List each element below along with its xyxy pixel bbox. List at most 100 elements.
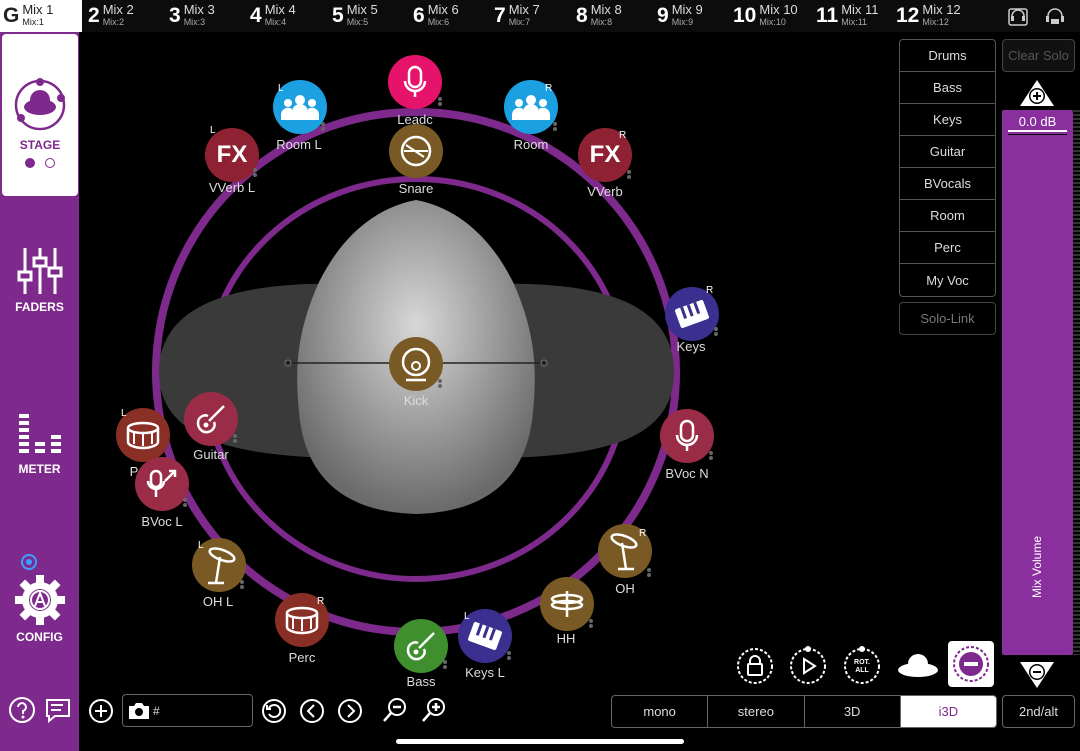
channel-leadc[interactable] — [388, 55, 442, 109]
side-tag-left: L — [464, 611, 470, 622]
microphone-icon — [146, 469, 177, 497]
group-item-keys[interactable]: Keys — [900, 104, 995, 136]
mix-tab-label: Mix 2 — [102, 2, 134, 17]
mix-tab-6[interactable]: 6 Mix 6 Mix:6 — [413, 0, 459, 32]
channel-hh[interactable] — [540, 577, 594, 631]
mix-tab-8[interactable]: 8 Mix 8 Mix:8 — [576, 0, 622, 32]
mix-tab-4[interactable]: 4 Mix 4 Mix:4 — [250, 0, 296, 32]
zoom-in-icon[interactable] — [420, 696, 448, 724]
width-handle-right[interactable] — [540, 359, 548, 367]
group-item-perc[interactable]: Perc — [900, 232, 995, 264]
group-item-room[interactable]: Room — [900, 200, 995, 232]
channel-bass[interactable] — [394, 619, 448, 673]
group-item-bass[interactable]: Bass — [900, 72, 995, 104]
channel-bvoc-n[interactable] — [660, 409, 714, 463]
channel-label: BVoc N — [665, 466, 709, 481]
snapshot-name-input[interactable]: # — [122, 694, 253, 727]
channel-label: BVoc L — [141, 514, 183, 529]
mode-3d[interactable]: 3D — [805, 696, 901, 727]
channel-menu-dots[interactable] — [507, 651, 511, 660]
channel-menu-dots[interactable] — [321, 122, 325, 131]
volume-down-button[interactable] — [1018, 660, 1056, 690]
mix-tab-sub: Mix:5 — [346, 17, 369, 27]
triangle-up-plus-icon — [1020, 80, 1054, 106]
channel-menu-dots[interactable] — [553, 122, 557, 131]
channel-menu-dots[interactable] — [443, 660, 447, 669]
mix-tab-number: 5 — [332, 4, 344, 27]
channel-bvoc-l[interactable] — [135, 457, 189, 511]
channel-menu-dots[interactable] — [253, 168, 257, 177]
mode-mono[interactable]: mono — [612, 696, 709, 727]
group-item-my-voc[interactable]: My Voc — [900, 264, 995, 296]
rotate-play-icon[interactable] — [788, 646, 828, 686]
mix-tab-2[interactable]: 2 Mix 2 Mix:2 — [88, 0, 134, 32]
channel-guitar[interactable] — [184, 392, 238, 446]
volume-up-button[interactable] — [1018, 78, 1056, 108]
mix-tab-sub: Mix:3 — [183, 17, 206, 27]
talkback-icon[interactable] — [1042, 4, 1068, 28]
mix-tab-12[interactable]: 12 Mix 12 Mix:12 — [896, 0, 961, 32]
message-icon[interactable] — [45, 698, 73, 724]
channel-vverb-l[interactable]: FX — [205, 128, 259, 182]
next-icon[interactable] — [337, 698, 363, 724]
hihat-icon — [550, 591, 584, 617]
mix-tab-number: 10 — [733, 4, 757, 27]
mix-tab-3[interactable]: 3 Mix 3 Mix:3 — [169, 0, 215, 32]
rotate-all-button[interactable]: ROT. ALL — [842, 646, 882, 686]
drum-icon — [126, 421, 160, 450]
mix-tab-label: Mix 12 — [922, 2, 961, 17]
config-button[interactable]: CONFIG — [0, 574, 79, 644]
mix-tab-sub: Mix:11 — [841, 17, 868, 27]
channel-menu-dots[interactable] — [240, 580, 244, 589]
mix-tab-10[interactable]: 10 Mix 10 Mix:10 — [733, 0, 798, 32]
meter-button[interactable]: METER — [0, 412, 79, 476]
gear-icon — [14, 575, 65, 625]
snare-drum-icon — [400, 135, 432, 167]
head-view-icon[interactable] — [896, 650, 940, 684]
mix-tab-number: 7 — [494, 4, 506, 27]
channel-label: Keys L — [465, 665, 505, 680]
mix-volume-fader[interactable]: 0.0 dB Mix Volume — [1002, 110, 1073, 655]
mix-tab-7[interactable]: 7 Mix 7 Mix:7 — [494, 0, 540, 32]
group-item-drums[interactable]: Drums — [900, 40, 995, 72]
channel-menu-dots[interactable] — [627, 170, 631, 179]
channel-snare[interactable] — [389, 124, 443, 178]
channel-menu-dots[interactable] — [709, 451, 713, 460]
channel-kick[interactable] — [389, 337, 443, 391]
group-item-guitar[interactable]: Guitar — [900, 136, 995, 168]
clear-solo-button[interactable]: Clear Solo — [1002, 39, 1075, 72]
mix-tab-1[interactable]: G Mix 1 Mix:1 — [0, 0, 82, 32]
stage-button[interactable]: STAGE — [2, 34, 78, 196]
previous-icon[interactable] — [299, 698, 325, 724]
mix-tab-label: Mix 11 — [841, 2, 879, 17]
volume-value: 0.0 dB — [1018, 114, 1057, 129]
mode-stereo[interactable]: stereo — [708, 696, 805, 727]
mode-i3d[interactable]: i3D — [900, 696, 996, 727]
headphone-monitor-icon[interactable] — [1006, 4, 1030, 28]
faders-button[interactable]: FADERS — [0, 246, 79, 314]
channel-menu-dots[interactable] — [438, 97, 442, 106]
undo-icon[interactable] — [261, 698, 287, 724]
help-icon[interactable] — [8, 696, 36, 724]
cymbal-icon — [610, 533, 638, 571]
channel-menu-dots[interactable] — [183, 498, 187, 507]
channel-menu-dots[interactable] — [438, 379, 442, 388]
channel-menu-dots[interactable] — [647, 568, 651, 577]
lock-icon[interactable] — [735, 646, 775, 686]
channel-menu-dots[interactable] — [714, 327, 718, 336]
add-icon[interactable] — [88, 698, 114, 724]
mix-tab-11[interactable]: 11 Mix 11 Mix:11 — [816, 0, 879, 32]
faders-icon — [17, 248, 62, 294]
mix-tab-9[interactable]: 9 Mix 9 Mix:9 — [657, 0, 703, 32]
channel-menu-dots[interactable] — [233, 434, 237, 443]
zoom-out-icon[interactable] — [381, 696, 409, 724]
channel-menu-dots[interactable] — [589, 619, 593, 628]
solo-link-button[interactable]: Solo-Link — [899, 302, 996, 335]
mix-tab-5[interactable]: 5 Mix 5 Mix:5 — [332, 0, 378, 32]
group-item-bvocals[interactable]: BVocals — [900, 168, 995, 200]
mix-tab-label: Mix 1 — [22, 2, 54, 17]
width-handle-left[interactable] — [284, 359, 292, 367]
zoom-out-view-button[interactable] — [948, 641, 994, 687]
second-alt-button[interactable]: 2nd/alt — [1002, 695, 1075, 728]
mix-tab-number: 8 — [576, 4, 588, 27]
